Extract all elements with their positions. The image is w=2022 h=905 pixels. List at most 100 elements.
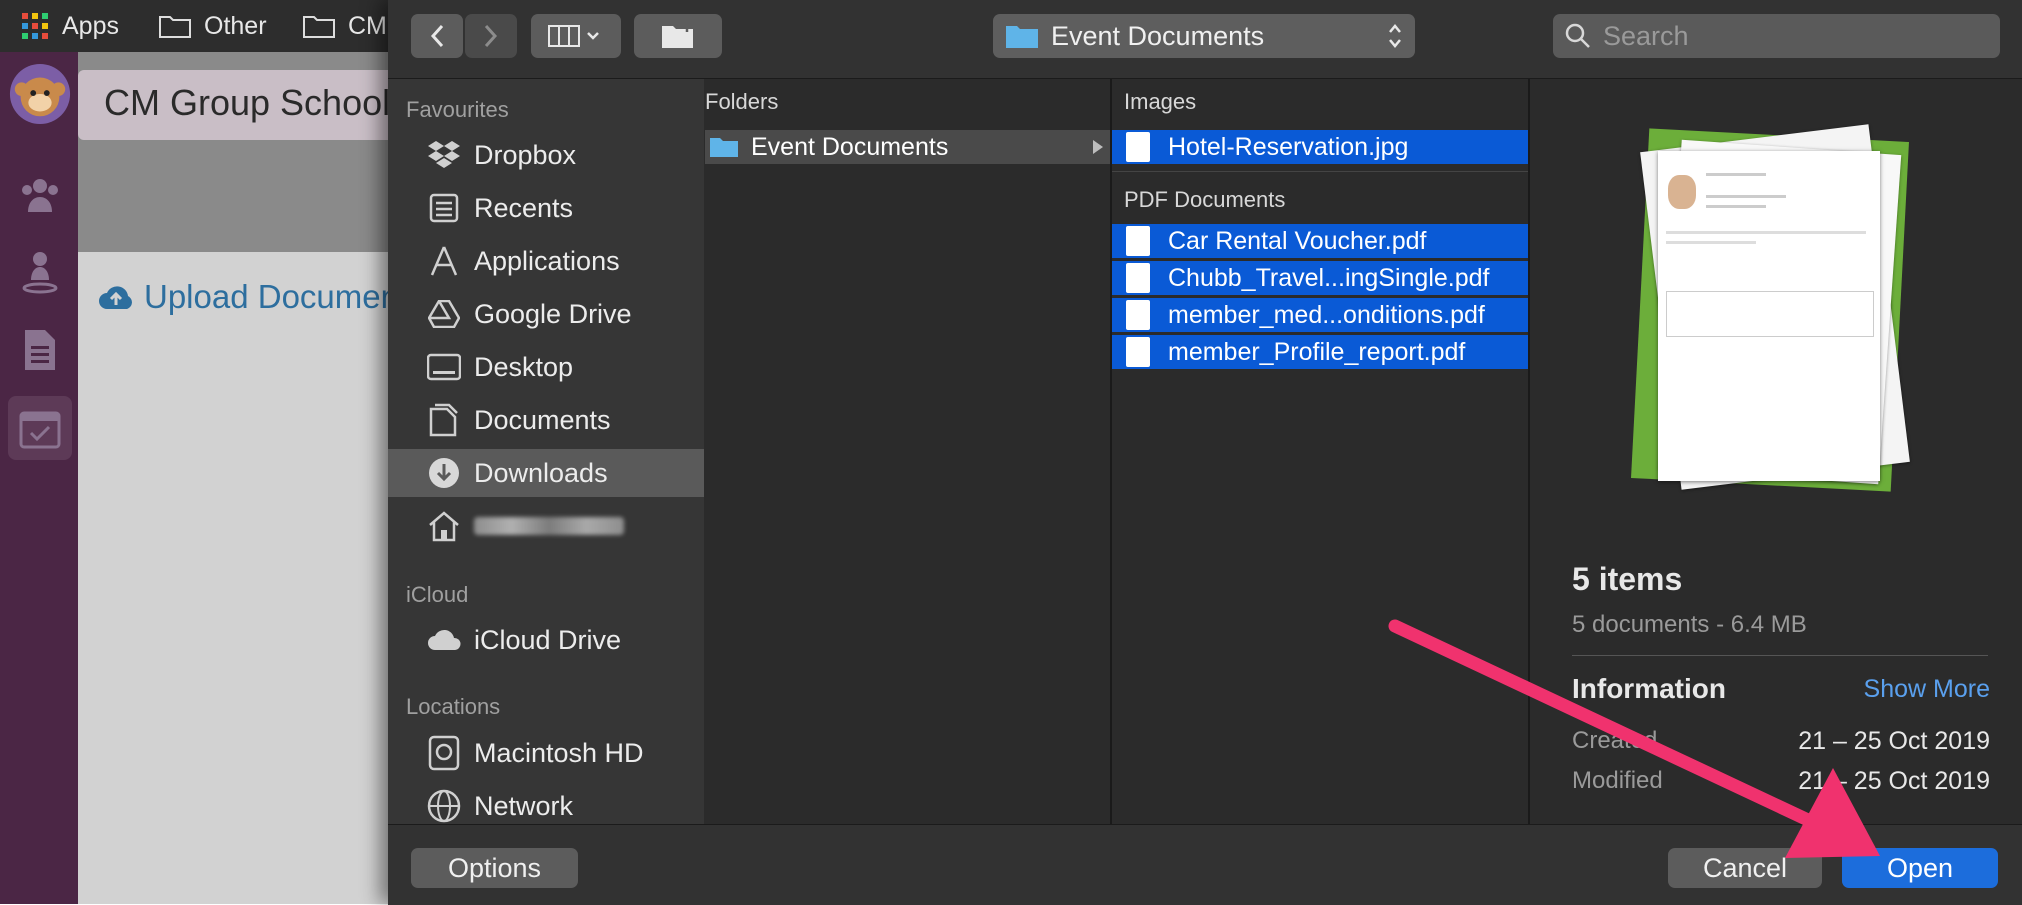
sidebar-item-google-drive[interactable]: Google Drive xyxy=(388,290,704,338)
document-icon[interactable] xyxy=(8,318,72,382)
preview-divider xyxy=(1572,655,1988,656)
sidebar-item-label: Google Drive xyxy=(474,298,632,329)
image-file-icon xyxy=(1126,132,1150,162)
folders-header: Folders xyxy=(705,89,779,114)
network-icon xyxy=(424,789,464,823)
sidebar-item-documents[interactable]: Documents xyxy=(388,396,704,444)
upload-documents-link[interactable]: Upload Documents xyxy=(98,278,425,316)
file-row-member-med[interactable]: member_med...onditions.pdf xyxy=(1112,298,1528,332)
folder-row-event-documents[interactable]: Event Documents xyxy=(705,130,1110,164)
new-folder-button[interactable] xyxy=(634,14,722,58)
sidebar-item-label: Documents xyxy=(474,404,611,435)
sidebar-item-downloads[interactable]: Downloads xyxy=(388,449,704,497)
images-header: Images xyxy=(1124,89,1197,114)
back-button[interactable] xyxy=(411,14,463,58)
item-summary: 5 documents - 6.4 MB xyxy=(1572,611,1807,638)
desktop-icon xyxy=(424,353,464,381)
folder-icon xyxy=(1006,26,1038,48)
recents-icon xyxy=(424,193,464,223)
google-drive-icon xyxy=(424,300,464,328)
modified-value: 21 – 25 Oct 2019 xyxy=(1798,767,1990,795)
search-field[interactable]: Search xyxy=(1553,14,2000,58)
pdf-file-icon xyxy=(1126,337,1150,367)
cloud-icon xyxy=(424,628,464,652)
sidebar-item-macintosh-hd[interactable]: Macintosh HD xyxy=(388,729,704,777)
upload-panel xyxy=(78,252,398,904)
pdf-file-icon xyxy=(1126,263,1150,293)
forward-button[interactable] xyxy=(465,14,517,58)
sidebar-item-applications[interactable]: Applications xyxy=(388,237,704,285)
folder-name: Event Documents xyxy=(751,132,949,161)
chevron-right-icon xyxy=(484,24,498,48)
folder-icon xyxy=(159,16,191,38)
bookmark-label: Apps xyxy=(62,11,119,40)
cancel-button[interactable]: Cancel xyxy=(1668,848,1822,888)
location-label: Event Documents xyxy=(1051,20,1265,51)
item-count: 5 items xyxy=(1572,561,1683,597)
sidebar-item-label: Applications xyxy=(474,245,620,276)
sidebar-item-desktop[interactable]: Desktop xyxy=(388,343,704,391)
sidebar-item-label: Macintosh HD xyxy=(474,737,644,768)
sidebar-item-label: iCloud Drive xyxy=(474,624,622,655)
upload-label: Upload Documents xyxy=(144,278,425,315)
chevron-updown-icon xyxy=(1389,24,1401,48)
folder-icon xyxy=(303,16,335,38)
file-row-car-rental[interactable]: Car Rental Voucher.pdf xyxy=(1112,224,1528,258)
cloud-upload-icon xyxy=(99,286,132,309)
sidebar-item-recents[interactable]: Recents xyxy=(388,184,704,232)
search-placeholder: Search xyxy=(1603,20,1689,51)
sidebar-item-network[interactable]: Network xyxy=(388,782,704,830)
sidebar-item-dropbox[interactable]: Dropbox xyxy=(388,131,704,179)
favourites-header: Favourites xyxy=(406,97,509,122)
file-row-hotel-reservation[interactable]: Hotel-Reservation.jpg xyxy=(1112,130,1528,164)
files-column: Images Hotel-Reservation.jpg PDF Documen… xyxy=(1112,79,1528,824)
file-name: Hotel-Reservation.jpg xyxy=(1168,132,1409,161)
sidebar-item-label: Downloads xyxy=(474,457,608,488)
new-folder-icon xyxy=(662,23,693,48)
calendar-check-icon[interactable] xyxy=(8,396,72,460)
finder-sidebar: Favourites Dropbox Recents Applications … xyxy=(388,79,704,824)
folders-column: Folders Event Documents xyxy=(705,79,1110,824)
bookmark-other[interactable]: Other xyxy=(158,0,267,52)
sidebar-item-home[interactable] xyxy=(388,502,704,550)
section-divider xyxy=(1112,171,1528,172)
group-icon[interactable] xyxy=(8,162,72,226)
sidebar-item-label: Network xyxy=(474,790,574,821)
created-label: Created xyxy=(1572,727,1658,754)
columns-view-icon xyxy=(548,25,599,47)
apps-grid-icon xyxy=(22,13,48,39)
downloads-icon xyxy=(424,456,464,490)
modified-label: Modified xyxy=(1572,767,1663,794)
bookmark-label: CM xyxy=(348,11,387,40)
sidebar-item-label: Dropbox xyxy=(474,139,577,170)
document-stack-thumbnail xyxy=(1630,117,1930,507)
open-button[interactable]: Open xyxy=(1842,848,1998,888)
sidebar-item-icloud-drive[interactable]: iCloud Drive xyxy=(388,616,704,664)
file-name: member_med...onditions.pdf xyxy=(1168,300,1485,329)
location-popup[interactable]: Event Documents xyxy=(993,14,1415,58)
information-header: Information xyxy=(1572,673,1726,704)
options-button[interactable]: Options xyxy=(411,848,578,888)
bookmark-label: Other xyxy=(204,11,267,40)
dropbox-icon xyxy=(424,140,464,170)
sidebar-item-label: Desktop xyxy=(474,351,574,382)
file-row-chubb-travel[interactable]: Chubb_Travel...ingSingle.pdf xyxy=(1112,261,1528,295)
bookmark-cm[interactable]: CM xyxy=(302,0,387,52)
monkey-avatar-icon[interactable] xyxy=(8,62,72,126)
show-more-link[interactable]: Show More xyxy=(1864,675,1990,704)
bookmark-apps[interactable]: Apps xyxy=(20,0,119,52)
file-row-member-profile[interactable]: member_Profile_report.pdf xyxy=(1112,335,1528,369)
chevron-left-icon xyxy=(430,24,444,48)
documents-icon xyxy=(424,403,464,437)
created-value: 21 – 25 Oct 2019 xyxy=(1798,727,1990,755)
folder-icon xyxy=(710,138,738,157)
locations-header: Locations xyxy=(406,694,501,719)
person-icon[interactable] xyxy=(8,240,72,304)
pdf-file-icon xyxy=(1126,300,1150,330)
view-mode-button[interactable] xyxy=(531,14,621,58)
pdf-file-icon xyxy=(1126,226,1150,256)
disclosure-arrow-icon xyxy=(1093,140,1103,154)
icloud-header: iCloud xyxy=(406,582,469,607)
applications-icon xyxy=(424,245,464,277)
file-name: Chubb_Travel...ingSingle.pdf xyxy=(1168,263,1490,292)
